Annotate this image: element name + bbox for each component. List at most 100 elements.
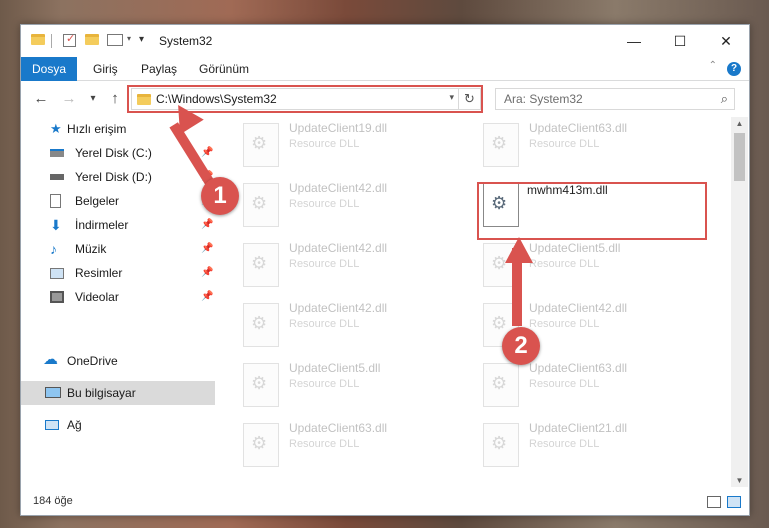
sidebar-item-downloads[interactable]: ⬇ İndirmeler 📌 (21, 213, 215, 237)
tab-file[interactable]: Dosya (21, 57, 77, 81)
file-item[interactable]: ⚙ UpdateClient42.dll Resource DLL (233, 239, 453, 295)
file-item[interactable]: ⚙ UpdateClient19.dll Resource DLL (233, 119, 453, 175)
search-icon[interactable]: ⌕ (721, 91, 728, 107)
sidebar-item-pictures[interactable]: Resimler 📌 (21, 261, 215, 285)
pin-icon: 📌 (201, 243, 214, 254)
file-name: UpdateClient42.dll (289, 181, 388, 195)
sidebar-item-label: Belgeler (75, 194, 120, 208)
file-item[interactable]: ⚙ UpdateClient63.dll Resource DLL (473, 119, 693, 175)
sidebar-item-label: Videolar (75, 290, 119, 304)
sidebar-item-label: İndirmeler (75, 218, 129, 232)
sidebar-item-label: Yerel Disk (C:) (75, 146, 152, 160)
file-item[interactable]: ⚙ UpdateClient63.dll Resource DLL (473, 359, 693, 415)
drive-icon (50, 149, 64, 157)
up-button[interactable]: ↑ (105, 89, 125, 109)
sidebar-item-label: Resimler (75, 266, 123, 280)
sidebar-item-label: Ağ (67, 418, 82, 432)
music-icon: ♪ (50, 241, 57, 257)
window-title: System32 (159, 34, 213, 48)
file-type: Resource DLL (289, 318, 360, 330)
sidebar-item-network[interactable]: Ağ (21, 413, 215, 437)
file-name: UpdateClient63.dll (529, 121, 628, 135)
sidebar-item-documents[interactable]: Belgeler 📌 (21, 189, 215, 213)
title-bar: ✓ ▾ ▾ System32 — ☐ ✕ (21, 25, 749, 57)
tab-home[interactable]: Giriş (93, 57, 118, 81)
file-item[interactable]: ⚙ UpdateClient42.dll Resource DLL (233, 299, 453, 355)
scroll-up-arrow[interactable]: ▲ (731, 119, 748, 128)
quick-access-toolbar-dropdown[interactable]: ▾ (139, 34, 144, 50)
file-name: UpdateClient5.dll (289, 361, 381, 375)
tab-view[interactable]: Görünüm (199, 57, 249, 81)
chevron-down-icon[interactable]: ▾ (127, 34, 131, 50)
step-2-badge: 2 (502, 327, 540, 365)
large-icons-view-icon[interactable] (727, 496, 741, 508)
status-bar: 184 öğe (21, 491, 749, 515)
file-item[interactable]: ⚙ UpdateClient42.dll Resource DLL (233, 179, 453, 235)
scroll-down-arrow[interactable]: ▼ (731, 476, 748, 485)
recent-locations-button[interactable]: ▾ (83, 89, 103, 109)
gear-icon: ⚙ (251, 433, 268, 453)
file-name: UpdateClient42.dll (289, 301, 388, 315)
file-type: Resource DLL (529, 258, 600, 270)
navigation-pane: ★ Hızlı erişim Yerel Disk (C:) 📌 Yerel D… (21, 117, 215, 487)
file-item[interactable]: ⚙ UpdateClient63.dll Resource DLL (233, 419, 453, 475)
gear-icon: ⚙ (491, 433, 508, 453)
file-type: Resource DLL (529, 138, 600, 150)
file-type: Resource DLL (289, 258, 360, 270)
file-name: UpdateClient63.dll (529, 361, 628, 375)
sidebar-item-label: Hızlı erişim (67, 122, 127, 136)
collapse-ribbon-button[interactable]: ⌃ (709, 60, 717, 71)
gear-icon: ⚙ (491, 313, 508, 333)
sidebar-item-onedrive[interactable]: ☁ OneDrive (21, 349, 215, 373)
gear-icon: ⚙ (491, 133, 508, 153)
file-type: Resource DLL (529, 378, 600, 390)
new-folder-icon[interactable] (85, 34, 99, 45)
sidebar-item-music[interactable]: ♪ Müzik 📌 (21, 237, 215, 261)
file-highlight-box (477, 182, 707, 240)
sidebar-item-videos[interactable]: Videolar 📌 (21, 285, 215, 309)
file-type: Resource DLL (289, 198, 360, 210)
file-name: UpdateClient42.dll (529, 301, 628, 315)
gear-icon: ⚙ (251, 373, 268, 393)
details-view-icon[interactable] (707, 496, 721, 508)
cloud-icon: ☁ (43, 351, 58, 368)
minimize-button[interactable]: — (611, 25, 657, 57)
scrollbar-thumb[interactable] (734, 133, 745, 181)
sidebar-item-label: Bu bilgisayar (67, 386, 136, 400)
search-input[interactable]: Ara: System32 ⌕ (495, 88, 735, 110)
maximize-button[interactable]: ☐ (657, 25, 703, 57)
file-type: Resource DLL (529, 318, 600, 330)
gear-icon: ⚙ (251, 133, 268, 153)
customize-icon[interactable] (107, 34, 123, 46)
sidebar-item-label: OneDrive (67, 354, 118, 368)
file-name: UpdateClient42.dll (289, 241, 388, 255)
file-type: Resource DLL (289, 378, 360, 390)
pictures-icon (50, 268, 64, 279)
search-placeholder: Ara: System32 (504, 92, 583, 106)
item-count: 184 öğe (33, 495, 73, 507)
properties-icon[interactable]: ✓ (63, 33, 76, 47)
forward-button[interactable]: → (59, 89, 79, 109)
file-type: Resource DLL (289, 438, 360, 450)
file-item[interactable]: ⚙ UpdateClient21.dll Resource DLL (473, 419, 693, 475)
documents-icon (50, 194, 61, 208)
vertical-scrollbar[interactable]: ▲ ▼ (731, 117, 748, 487)
file-name: UpdateClient19.dll (289, 121, 388, 135)
file-item[interactable]: ⚙ UpdateClient5.dll Resource DLL (233, 359, 453, 415)
ribbon-tabs: Dosya Giriş Paylaş Görünüm ⌃ ? (21, 57, 749, 81)
callout-arrowhead-2 (505, 237, 533, 263)
gear-icon: ⚙ (251, 253, 268, 273)
sidebar-item-label: Müzik (75, 242, 107, 256)
tab-share[interactable]: Paylaş (141, 57, 177, 81)
computer-icon (45, 387, 61, 398)
close-button[interactable]: ✕ (703, 25, 749, 57)
sidebar-item-this-pc[interactable]: Bu bilgisayar (21, 381, 215, 405)
step-1-badge: 1 (201, 177, 239, 215)
back-button[interactable]: ← (31, 89, 51, 109)
help-icon[interactable]: ? (727, 62, 741, 76)
sidebar-item-local-disk-d[interactable]: Yerel Disk (D:) 📌 (21, 165, 215, 189)
navigation-bar: ← → ▾ ↑ C:\Windows\System32 ▾ ↻ Ara: Sys… (21, 82, 749, 116)
separator (51, 34, 52, 48)
file-name: UpdateClient63.dll (289, 421, 388, 435)
file-explorer-window: ✓ ▾ ▾ System32 — ☐ ✕ Dosya Giriş Paylaş … (20, 24, 750, 516)
